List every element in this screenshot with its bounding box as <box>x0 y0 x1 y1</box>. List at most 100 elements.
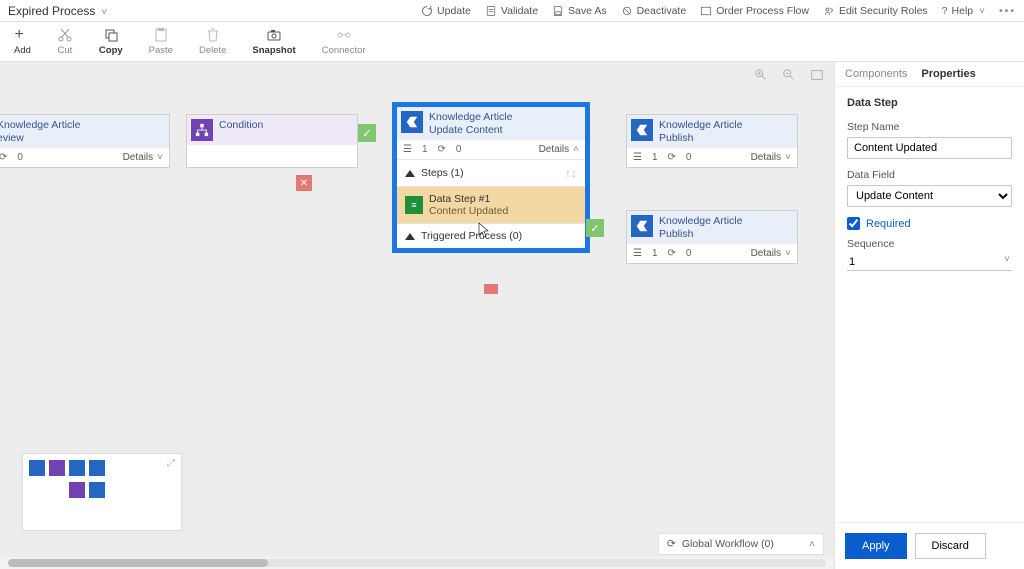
tab-properties[interactable]: Properties <box>921 68 975 80</box>
apply-button[interactable]: Apply <box>845 533 907 559</box>
paste-button[interactable]: Paste <box>149 27 173 56</box>
process-title[interactable]: Expired Process <box>8 4 107 18</box>
security-icon <box>823 5 835 17</box>
x-icon: ✕ <box>296 175 312 191</box>
minimap-node <box>69 460 85 476</box>
check-icon: ✓ <box>586 219 604 237</box>
ribbon: + Add Cut Copy Paste Delete Snapshot Con… <box>0 22 1024 62</box>
data-field-select[interactable]: Update Content <box>847 185 1012 207</box>
fit-icon[interactable] <box>810 68 824 82</box>
stage-node-publish-2[interactable]: Knowledge ArticlePublish ☰1 ⟳0 Details <box>626 210 798 264</box>
node-subtitle: Publish <box>659 132 693 144</box>
minimap-node <box>49 460 65 476</box>
scrollbar-thumb[interactable] <box>8 559 268 567</box>
zoom-out-icon[interactable] <box>782 68 796 82</box>
data-step-item[interactable]: ≡ Data Step #1 Content Updated <box>397 186 585 223</box>
discard-button[interactable]: Discard <box>915 533 986 559</box>
steps-count: 1 <box>422 144 428 155</box>
triangle-icon <box>405 170 415 177</box>
canvas[interactable]: Knowledge Articleeview ⟳0 Details Condit… <box>0 62 834 569</box>
update-button[interactable]: Update <box>421 5 471 17</box>
steps-header[interactable]: Steps (1) ↑↓ <box>397 159 585 186</box>
node-title: Condition <box>219 119 263 132</box>
triggered-process-row[interactable]: Triggered Process (0) <box>397 223 585 248</box>
node-title: Knowledge Article <box>0 119 80 131</box>
details-toggle[interactable]: Details <box>751 152 791 163</box>
details-toggle[interactable]: Details <box>751 248 791 259</box>
saveas-button[interactable]: Save As <box>552 5 607 17</box>
help-button[interactable]: ? Help <box>942 5 985 17</box>
snapshot-button[interactable]: Snapshot <box>252 27 295 56</box>
steps-count: 1 <box>652 248 658 259</box>
tab-components[interactable]: Components <box>845 68 907 80</box>
plus-icon: + <box>14 27 30 43</box>
trash-icon <box>205 27 221 43</box>
help-label: Help <box>952 5 974 17</box>
deactivate-button[interactable]: Deactivate <box>621 5 687 17</box>
delete-handle-icon[interactable] <box>484 284 498 294</box>
validate-button[interactable]: Validate <box>485 5 538 17</box>
minimap[interactable]: ⤢ <box>22 453 182 531</box>
condition-icon <box>191 119 213 141</box>
validate-label: Validate <box>501 5 538 17</box>
editroles-button[interactable]: Edit Security Roles <box>823 5 928 17</box>
chevron-down-icon <box>977 5 985 17</box>
cut-button[interactable]: Cut <box>57 27 73 56</box>
expand-icon[interactable]: ⤢ <box>167 458 175 469</box>
stage-node-update-content[interactable]: Knowledge ArticleUpdate Content ☰1 ⟳0 De… <box>392 102 590 253</box>
steps-icon: ☰ <box>403 144 412 155</box>
node-title: Knowledge Article <box>429 111 512 123</box>
copy-button[interactable]: Copy <box>99 27 123 56</box>
stage-icon <box>631 119 653 141</box>
horizontal-scrollbar[interactable] <box>0 557 834 569</box>
refresh-icon <box>421 5 433 17</box>
chevron-down-icon: ˅ <box>1004 254 1010 265</box>
reorder-icon[interactable]: ↑↓ <box>565 166 577 180</box>
save-icon <box>552 5 564 17</box>
step-name-label: Step Name <box>847 121 1012 133</box>
delete-button[interactable]: Delete <box>199 27 226 56</box>
connector-button[interactable]: Connector <box>322 27 366 56</box>
process-count: 0 <box>456 144 462 155</box>
add-button[interactable]: + Add <box>14 27 31 56</box>
orderflow-button[interactable]: Order Process Flow <box>700 5 809 17</box>
triggered-label: Triggered Process (0) <box>421 230 522 242</box>
node-subtitle: eview <box>0 132 24 144</box>
required-checkbox[interactable] <box>847 217 860 230</box>
copy-label: Copy <box>99 45 123 56</box>
orderflow-label: Order Process Flow <box>716 5 809 17</box>
steps-icon: ☰ <box>633 248 642 259</box>
minimap-node <box>29 460 45 476</box>
details-toggle[interactable]: Details <box>539 144 579 155</box>
step-name-input[interactable] <box>847 137 1012 159</box>
details-toggle[interactable]: Details <box>123 152 163 163</box>
steps-label: Steps (1) <box>421 167 464 179</box>
stage-icon <box>631 215 653 237</box>
order-icon <box>700 5 712 17</box>
data-step-title: Data Step #1 <box>429 193 508 205</box>
panel-heading: Data Step <box>847 97 1012 109</box>
zoom-in-icon[interactable] <box>754 68 768 82</box>
cut-label: Cut <box>58 45 73 56</box>
condition-node[interactable]: Condition <box>186 114 358 168</box>
spinner-icon: ⟳ <box>668 152 676 163</box>
global-workflow-label: Global Workflow (0) <box>682 538 774 550</box>
required-label: Required <box>866 218 911 230</box>
stage-node-review[interactable]: Knowledge Articleeview ⟳ 0 Details <box>0 114 170 168</box>
steps-count: 1 <box>652 152 658 163</box>
more-button[interactable]: ••• <box>999 5 1016 17</box>
sequence-label: Sequence <box>847 238 1012 250</box>
zoom-controls <box>754 68 824 82</box>
stage-node-publish-1[interactable]: Knowledge ArticlePublish ☰1 ⟳0 Details <box>626 114 798 168</box>
spinner-icon: ⟳ <box>0 152 7 163</box>
count: 0 <box>17 152 23 163</box>
check-icon: ✓ <box>358 124 376 142</box>
node-subtitle: Update Content <box>429 124 503 136</box>
delete-label: Delete <box>199 45 226 56</box>
sequence-select[interactable] <box>847 254 1012 271</box>
scissors-icon <box>57 27 73 43</box>
paste-icon <box>153 27 169 43</box>
global-workflow-bar[interactable]: ⟳ Global Workflow (0) ˄ <box>658 533 824 555</box>
node-title: Knowledge Article <box>659 119 742 131</box>
add-label: Add <box>14 45 31 56</box>
